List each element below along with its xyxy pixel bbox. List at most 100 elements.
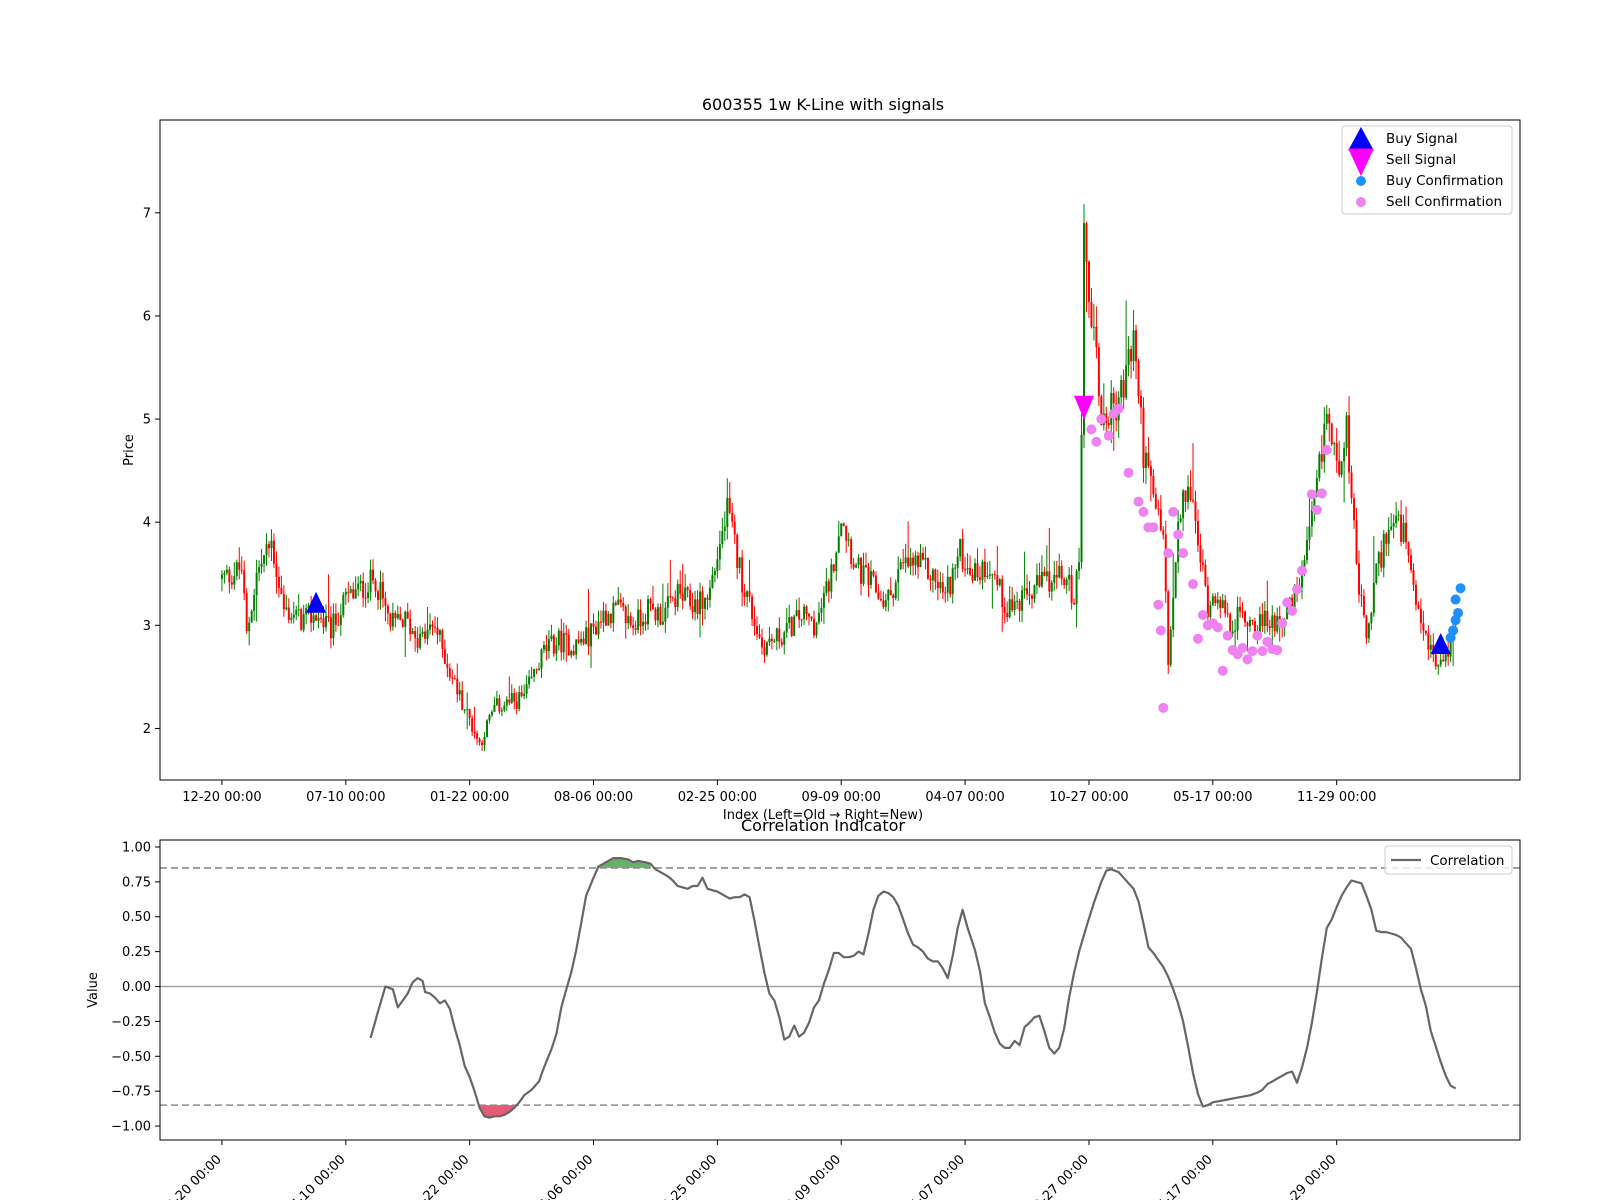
candle-body: [1414, 584, 1417, 605]
candle-body: [1343, 447, 1346, 462]
candle-body: [629, 616, 632, 626]
candle-body: [1350, 472, 1353, 499]
candle-body: [741, 557, 744, 593]
candle-body: [1201, 562, 1204, 565]
sell-confirmation-point: [1096, 414, 1107, 425]
candle-body: [867, 567, 870, 585]
candle-body: [577, 639, 580, 643]
candle-body: [1323, 423, 1326, 462]
candle-body: [733, 521, 736, 535]
candle-body: [679, 584, 682, 594]
candle-body: [1229, 613, 1232, 634]
candle-body: [1268, 626, 1271, 629]
candle-body: [386, 605, 389, 614]
candle-body: [926, 557, 929, 579]
candle-body: [352, 589, 355, 599]
buy-confirmation-point: [1448, 625, 1459, 636]
candle-body: [964, 568, 967, 570]
candle-body: [1397, 514, 1400, 516]
candle-body: [872, 571, 875, 576]
candle-body: [775, 628, 778, 641]
sell-confirmation-point: [1316, 488, 1327, 499]
candle-body: [1149, 466, 1152, 476]
candle-body: [248, 622, 251, 632]
candle-body: [845, 525, 848, 541]
candle-body: [1147, 452, 1150, 467]
candle-body: [884, 600, 887, 607]
correlation-ytick-label: 0.50: [122, 910, 151, 925]
candle-body: [431, 624, 434, 627]
correlation-xtick-label: 12-20 00:00: [158, 1152, 225, 1200]
candle-body: [1023, 588, 1026, 591]
candle-body: [649, 599, 652, 604]
candle-body: [1362, 595, 1365, 616]
candle-body: [790, 617, 793, 636]
candle-body: [337, 624, 340, 626]
candle-body: [518, 692, 521, 709]
sell-confirmation-point: [1155, 625, 1166, 636]
candle-body: [820, 607, 823, 613]
legend-buy-confirmation: Buy Confirmation: [1386, 173, 1503, 189]
candle-body: [1429, 644, 1432, 650]
candle-body: [689, 589, 692, 607]
candle-body: [456, 678, 459, 695]
candle-body: [515, 701, 518, 709]
candle-body: [644, 621, 647, 625]
candle-body: [530, 676, 533, 678]
candle-body: [1360, 594, 1363, 596]
correlation-xtick-label: 07-10 00:00: [282, 1152, 349, 1200]
correlation-ytick-label: −0.75: [111, 1085, 151, 1100]
candle-body: [1162, 530, 1165, 535]
correlation-xtick-label: 10-27 00:00: [1025, 1152, 1092, 1200]
candle-body: [674, 598, 677, 607]
correlation-ytick-label: 1.00: [122, 840, 151, 855]
candle-body: [538, 668, 541, 671]
candle-body: [706, 597, 709, 600]
candle-body: [609, 613, 612, 624]
candle-body: [847, 539, 850, 541]
candle-body: [827, 581, 830, 592]
sell-confirmation-point: [1237, 643, 1248, 653]
candle-body: [1315, 477, 1318, 493]
candle-body: [424, 631, 427, 639]
candle-body: [1130, 349, 1133, 362]
candle-body: [1410, 555, 1413, 571]
candle-body: [1045, 571, 1048, 577]
candle-body: [223, 572, 226, 575]
kline-ylabel: Price: [122, 434, 137, 466]
candle-body: [647, 599, 650, 625]
sell-confirmation-point: [1272, 645, 1283, 656]
candle-body: [1437, 664, 1440, 667]
candle-body: [622, 602, 625, 607]
kline-xtick-label: 08-06 00:00: [554, 790, 633, 805]
candle-body: [1033, 585, 1036, 599]
candle-body: [1053, 574, 1056, 583]
candle-body: [369, 569, 372, 593]
candle-body: [865, 565, 868, 568]
correlation-xtick-label: 08-06 00:00: [530, 1152, 597, 1200]
kline-xtick-label: 12-20 00:00: [182, 790, 261, 805]
candle-body: [446, 663, 449, 669]
candle-body: [1073, 602, 1076, 605]
candle-body: [429, 624, 432, 630]
candle-body: [899, 562, 902, 570]
candle-body: [1006, 612, 1009, 618]
candle-body: [949, 576, 952, 595]
correlation-ytick-label: −1.00: [111, 1120, 151, 1135]
candle-body: [433, 626, 436, 628]
candle-body: [696, 599, 699, 615]
candle-body: [1199, 545, 1202, 563]
candle-body: [1125, 365, 1128, 398]
candle-body: [545, 644, 548, 652]
candle-body: [258, 567, 261, 573]
kline-ytick-label: 7: [143, 206, 151, 221]
kline-xtick-label: 11-29 00:00: [1297, 790, 1376, 805]
candle-body: [842, 523, 845, 526]
candle-body: [1417, 604, 1420, 609]
legend-sell-confirmation: Sell Confirmation: [1386, 194, 1502, 210]
candle-body: [1026, 588, 1029, 595]
candle-body: [1030, 595, 1033, 599]
candle-body: [396, 614, 399, 619]
candle-body: [768, 638, 771, 643]
candle-body: [803, 606, 806, 620]
